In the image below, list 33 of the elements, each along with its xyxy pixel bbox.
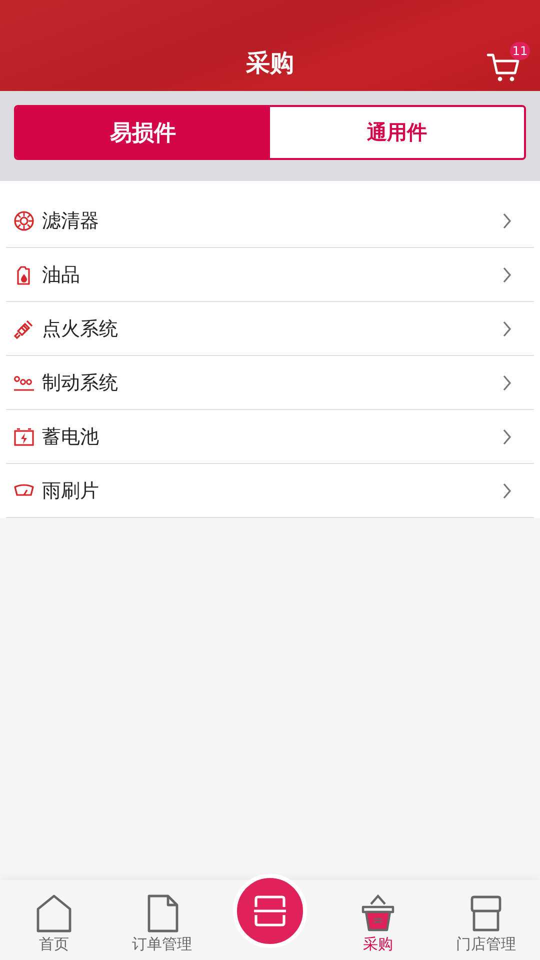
category-label: 制动系统 [42, 370, 119, 396]
category-label: 油品 [42, 262, 81, 288]
ring-icon [13, 210, 35, 232]
nav-tab[interactable]: 门店管理 [432, 880, 540, 960]
category-row[interactable]: 制动系统 [6, 356, 534, 410]
category-row[interactable]: 雨刷片 [6, 464, 534, 518]
battery-icon [13, 426, 35, 448]
nav-tab[interactable]: 首页 [0, 880, 108, 960]
chevron-right-icon [502, 266, 512, 282]
scan-icon [253, 894, 287, 928]
chevron-right-icon [502, 212, 512, 228]
chevron-right-icon [502, 320, 512, 336]
category-label: 点火系统 [42, 316, 119, 342]
chevron-right-icon [502, 428, 512, 444]
category-label: 蓄电池 [42, 424, 100, 450]
chevron-right-icon [502, 374, 512, 390]
category-label: 雨刷片 [42, 478, 100, 504]
basket-icon [359, 893, 397, 933]
cart-count-badge: 11 [510, 42, 530, 60]
house-icon [35, 893, 73, 933]
chevron-right-icon [502, 482, 512, 498]
category-row[interactable]: 蓄电池 [6, 410, 534, 464]
segment-tab[interactable]: 易损件 [16, 107, 270, 158]
spark-plug-icon [13, 318, 35, 340]
nav-tab[interactable]: 采购 [324, 880, 432, 960]
segment-tab[interactable]: 通用件 [270, 107, 524, 158]
page-title: 采购 [246, 48, 294, 79]
category-label: 滤清器 [42, 208, 100, 234]
category-row[interactable]: 点火系统 [6, 302, 534, 356]
category-row[interactable]: 油品 [6, 248, 534, 302]
nav-tab[interactable]: 订单管理 [108, 880, 216, 960]
category-row[interactable]: 滤清器 [6, 194, 534, 248]
cart-button[interactable]: 11 [486, 42, 530, 82]
